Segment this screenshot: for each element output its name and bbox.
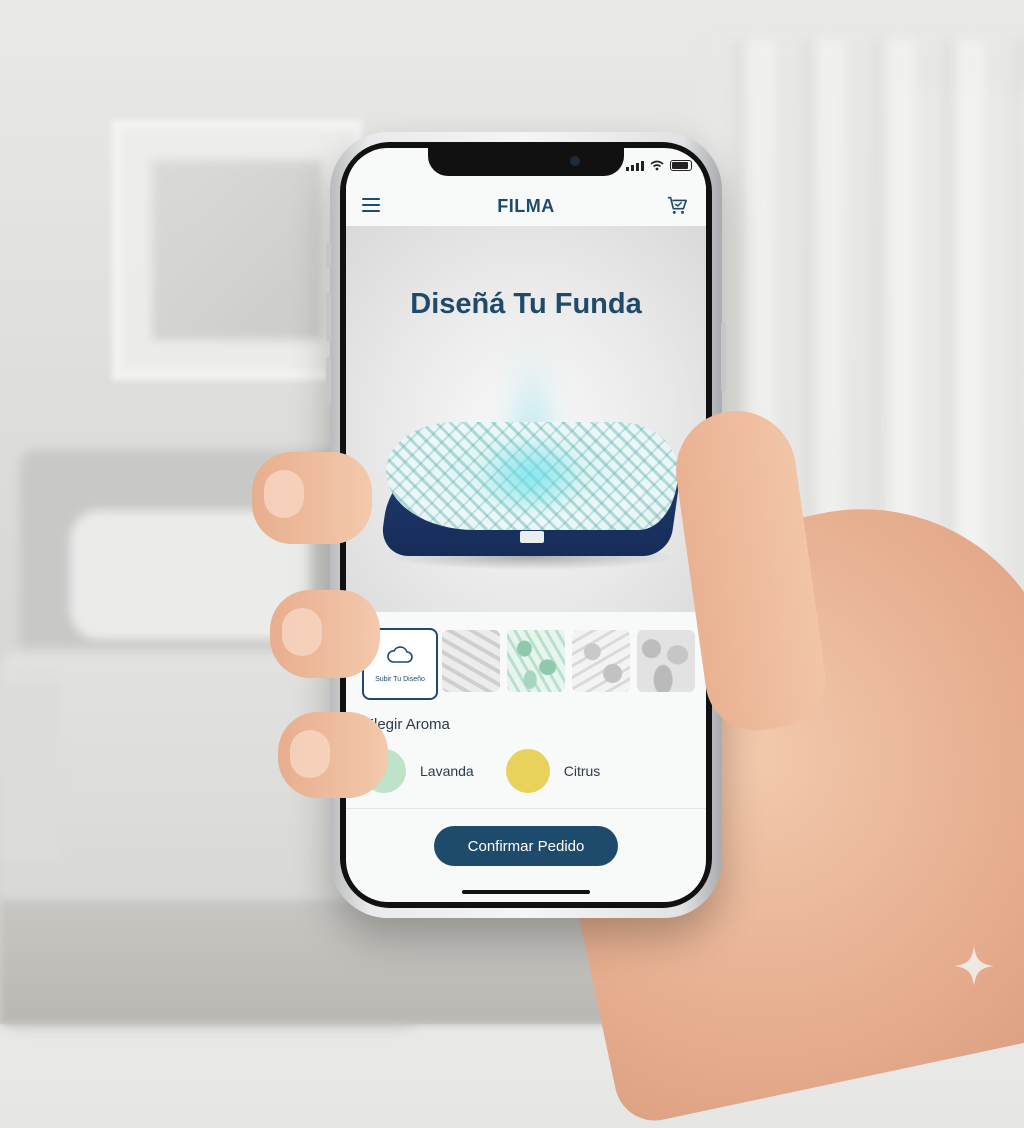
upload-design-button[interactable]: Subir Tu Diseño — [362, 628, 438, 700]
pattern-swatch-green-leaves[interactable] — [507, 630, 565, 692]
phone-power-button — [721, 322, 726, 392]
pattern-swatch-gray-tropical[interactable] — [637, 630, 695, 692]
pillow-label-tag — [520, 531, 544, 543]
aroma-lavanda-label[interactable]: Lavanda — [420, 763, 474, 779]
aroma-lavanda-swatch[interactable] — [362, 749, 406, 793]
divider — [346, 808, 706, 809]
background-floor — [0, 900, 1024, 1024]
phone-volume-down-button — [326, 357, 331, 407]
background-picture-frame — [112, 120, 362, 380]
wifi-icon — [650, 160, 664, 171]
status-bar — [626, 160, 692, 171]
aroma-citrus-label[interactable]: Citrus — [564, 763, 601, 779]
background-bed-pillow — [70, 510, 310, 640]
cloud-upload-icon — [387, 646, 413, 663]
aroma-citrus-swatch[interactable] — [505, 749, 550, 793]
signal-icon — [626, 160, 644, 171]
front-camera — [570, 156, 580, 166]
pillow-glow — [476, 436, 586, 516]
phone-volume-up-button — [326, 292, 331, 342]
design-selector: Subir Tu Diseño — [346, 612, 706, 712]
phone-screen: FILMA Diseñá Tu Funda Subir Tu Diseño El… — [346, 148, 706, 902]
battery-icon — [670, 160, 692, 171]
aroma-section-title: Elegir Aroma — [364, 716, 450, 733]
background-nightstand — [0, 680, 60, 860]
phone-notch — [428, 148, 624, 176]
phone-mute-switch — [326, 242, 331, 268]
pattern-swatch-gray-leaves[interactable] — [442, 630, 500, 692]
aroma-options: Lavanda Citrus — [362, 748, 632, 794]
app-header: FILMA — [346, 184, 706, 226]
upload-design-label: Subir Tu Diseño — [375, 676, 425, 683]
confirm-order-button[interactable]: Confirmar Pedido — [434, 826, 618, 866]
cart-icon[interactable] — [666, 194, 688, 216]
pattern-swatch-gray-floral[interactable] — [572, 630, 630, 692]
home-indicator[interactable] — [462, 890, 590, 894]
sparkle-icon — [954, 946, 994, 986]
page-title: Diseñá Tu Funda — [410, 288, 642, 320]
background-curtain — [705, 40, 1024, 740]
product-preview: Diseñá Tu Funda — [346, 226, 706, 612]
brand-logo: FILMA — [497, 196, 555, 216]
